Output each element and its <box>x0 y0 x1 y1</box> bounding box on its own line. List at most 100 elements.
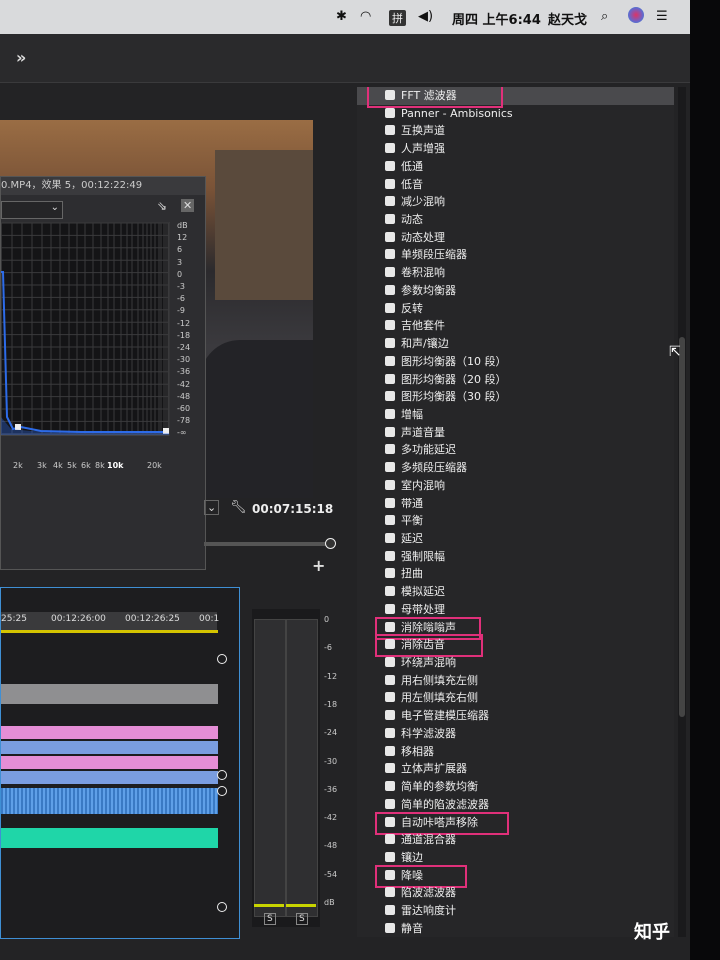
effect-item[interactable]: 和声/镶边 <box>357 335 674 353</box>
effect-item[interactable]: 通道混合器 <box>357 831 674 849</box>
scrollbar-thumb[interactable] <box>679 337 685 717</box>
effect-item[interactable]: 用左侧填充右侧 <box>357 689 674 707</box>
effect-item[interactable]: 互换声道 <box>357 122 674 140</box>
audio-clip-blue-2[interactable] <box>1 771 218 784</box>
meter-db-label: -18 <box>324 699 338 709</box>
add-button[interactable]: + <box>312 556 325 575</box>
effect-label: 参数均衡器 <box>401 283 456 297</box>
effect-item[interactable]: 多功能延迟 <box>357 441 674 459</box>
program-scrubber[interactable] <box>204 542 330 546</box>
effect-item[interactable]: 扭曲 <box>357 565 674 583</box>
solo-button[interactable]: S <box>264 913 276 925</box>
effect-item[interactable]: 雷达响度计 <box>357 902 674 920</box>
effect-item[interactable]: 多频段压缩器 <box>357 459 674 477</box>
effect-item[interactable]: 吉他套件 <box>357 317 674 335</box>
effect-item[interactable]: 科学滤波器 <box>357 725 674 743</box>
eq-effect-window[interactable]: 0.MP4，效果 5，00:12:22:49 ⌄ ⇘ ✕ dB 12 6 3 0 -3 -6… <box>0 176 206 570</box>
effect-label: 电子管建模压缩器 <box>401 709 489 723</box>
effect-item[interactable]: 卷积混响 <box>357 264 674 282</box>
effect-item[interactable]: 动态 <box>357 211 674 229</box>
effect-item[interactable]: 参数均衡器 <box>357 282 674 300</box>
track-handle[interactable] <box>217 654 227 664</box>
eq-settings-icon[interactable]: ⇘ <box>157 199 167 213</box>
effect-preset-icon <box>385 355 395 366</box>
eq-graph[interactable] <box>1 217 205 467</box>
effect-item[interactable]: 反转 <box>357 300 674 318</box>
effect-item[interactable]: 平衡 <box>357 512 674 530</box>
track-handle[interactable] <box>217 770 227 780</box>
video-track[interactable] <box>1 684 218 704</box>
effect-item[interactable]: 声道音量 <box>357 424 674 442</box>
program-dropdown[interactable]: ⌄ <box>204 500 220 515</box>
meter-db-label: dB <box>324 898 335 907</box>
siri-icon[interactable] <box>628 7 644 23</box>
wrench-icon[interactable]: 🔧︎ <box>230 500 247 515</box>
ruler-label: 00:12:26:25 <box>125 614 180 624</box>
timeline-ruler[interactable]: 25:25 00:12:26:00 00:12:26:25 00:1 <box>1 612 219 630</box>
effect-item[interactable]: 静音 <box>357 920 674 937</box>
eq-freq-label: 3k <box>37 461 47 470</box>
effect-item[interactable]: 立体声扩展器 <box>357 760 674 778</box>
effect-label: 图形均衡器（20 段） <box>401 372 507 386</box>
audio-clip-pink-2[interactable] <box>1 756 218 769</box>
effect-item[interactable]: 减少混响 <box>357 193 674 211</box>
effect-item[interactable]: 陷波滤波器 <box>357 884 674 902</box>
effect-preset-icon <box>385 497 395 508</box>
effect-preset-icon <box>385 781 395 792</box>
eq-db-label: -48 <box>177 391 191 401</box>
effect-item[interactable]: 人声增强 <box>357 140 674 158</box>
effect-item[interactable]: 增幅 <box>357 406 674 424</box>
effect-item[interactable]: 动态处理 <box>357 229 674 247</box>
track-handle[interactable] <box>217 902 227 912</box>
effect-item[interactable]: 用右侧填充左侧 <box>357 672 674 690</box>
effect-preset-icon <box>385 905 395 916</box>
solo-button[interactable]: S <box>296 913 308 925</box>
volume-icon[interactable]: ◀) <box>418 9 433 24</box>
effect-item[interactable]: 移相器 <box>357 743 674 761</box>
effect-item[interactable]: 电子管建模压缩器 <box>357 707 674 725</box>
effect-item[interactable]: 图形均衡器（10 段） <box>357 353 674 371</box>
effect-item[interactable]: 环绕声混响 <box>357 654 674 672</box>
effect-item[interactable]: 强制限幅 <box>357 548 674 566</box>
audio-waveform-clip[interactable] <box>1 788 218 814</box>
effect-item[interactable]: 低通 <box>357 158 674 176</box>
eq-db-label: -3 <box>177 282 185 291</box>
wifi-icon[interactable]: ◠ <box>360 9 371 24</box>
effects-scrollbar[interactable] <box>678 87 686 937</box>
audio-clip-green[interactable] <box>1 828 218 848</box>
program-timecode[interactable]: 00:07:15:18 <box>252 502 333 516</box>
eq-close-icon[interactable]: ✕ <box>181 199 195 212</box>
workspace-overflow-button[interactable]: » <box>16 48 26 67</box>
effect-item[interactable]: 低音 <box>357 176 674 194</box>
meter-db-label: -24 <box>324 728 338 738</box>
effect-item[interactable]: 图形均衡器（30 段） <box>357 388 674 406</box>
menubar-clock[interactable]: 周四 上午6:44 <box>452 9 541 28</box>
effect-label: 动态处理 <box>401 230 445 244</box>
effect-item[interactable]: 室内混响 <box>357 477 674 495</box>
effect-preset-icon <box>385 143 395 154</box>
effect-label: 低音 <box>401 177 423 191</box>
effect-item[interactable]: 图形均衡器（20 段） <box>357 371 674 389</box>
effect-item[interactable]: Panner - Ambisonics <box>357 105 674 123</box>
effect-label: 模拟延迟 <box>401 585 445 599</box>
scrubber-end-handle[interactable] <box>325 538 336 549</box>
effect-item[interactable]: 简单的参数均衡 <box>357 778 674 796</box>
track-handle[interactable] <box>217 786 227 796</box>
menubar-user[interactable]: 赵天戈 <box>548 9 587 28</box>
effect-item[interactable]: 延迟 <box>357 530 674 548</box>
timeline-panel[interactable]: 25:25 00:12:26:00 00:12:26:25 00:1 <box>0 587 240 939</box>
effect-item[interactable]: 模拟延迟 <box>357 583 674 601</box>
audio-clip-pink[interactable] <box>1 726 218 739</box>
audio-effects-list[interactable]: FFT 滤波器 Panner - Ambisonics 互换声道 人声增强 低通 低音 减少… <box>357 87 674 937</box>
search-icon[interactable]: ⌕ <box>601 9 608 24</box>
audio-clip-blue[interactable] <box>1 741 218 754</box>
input-method-icon[interactable]: 拼 <box>389 10 406 26</box>
effect-preset-icon <box>385 302 395 313</box>
bluetooth-icon[interactable]: ✱ <box>336 9 347 24</box>
effect-item[interactable]: 带通 <box>357 495 674 513</box>
monitor-bezel <box>690 0 720 960</box>
menu-list-icon[interactable]: ☰ <box>656 9 668 24</box>
effect-item[interactable]: 单频段压缩器 <box>357 246 674 264</box>
effect-label: 互换声道 <box>401 124 445 138</box>
workspace-bar: » <box>0 34 690 83</box>
